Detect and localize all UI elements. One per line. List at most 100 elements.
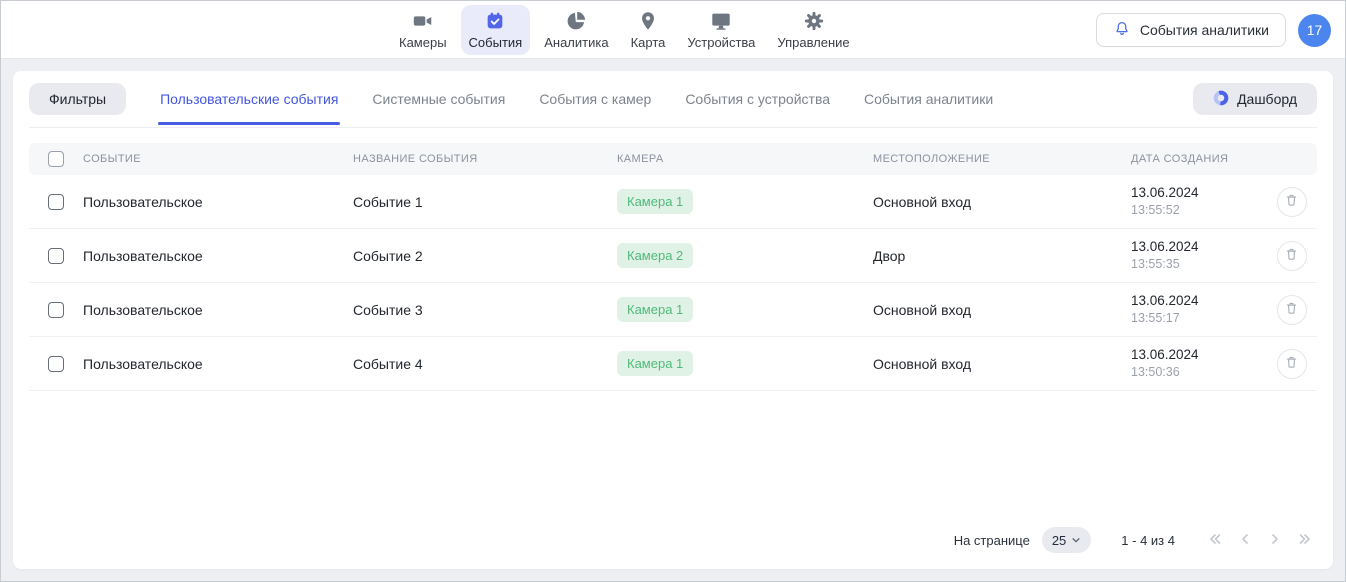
chevron-right-icon: [1267, 531, 1283, 550]
delete-row-button[interactable]: [1277, 295, 1307, 325]
date-value: 13.06.2024: [1131, 184, 1266, 202]
map-pin-icon: [637, 10, 659, 32]
event-type-cell: Пользовательское: [83, 356, 353, 372]
event-type-cell: Пользовательское: [83, 248, 353, 264]
per-page-label: На странице: [954, 533, 1030, 548]
date-value: 13.06.2024: [1131, 238, 1266, 256]
nav-item-map[interactable]: Карта: [623, 5, 674, 55]
analytics-events-button-label: События аналитики: [1140, 22, 1269, 38]
row-checkbox[interactable]: [48, 302, 64, 318]
tab-label: События с устройства: [685, 91, 830, 107]
main-navigation: Камеры События Аналитика Карта: [391, 1, 858, 58]
nav-item-label: Камеры: [399, 35, 447, 50]
nav-item-analytics[interactable]: Аналитика: [536, 5, 616, 55]
avatar-label: 17: [1307, 22, 1323, 38]
created-cell: 13.06.2024 13:55:52: [1131, 184, 1266, 219]
tab-camera-events[interactable]: События с камер: [537, 71, 653, 127]
events-card: Фильтры Пользовательские события Системн…: [13, 71, 1333, 569]
column-header-location: МЕСТОПОЛОЖЕНИЕ: [873, 153, 1131, 165]
trash-icon: [1284, 247, 1299, 265]
nav-item-events[interactable]: События: [461, 5, 531, 55]
tab-system-events[interactable]: Системные события: [370, 71, 507, 127]
column-header-camera: КАМЕРА: [617, 153, 873, 165]
tab-label: События аналитики: [864, 91, 993, 107]
row-checkbox[interactable]: [48, 248, 64, 264]
dashboard-button[interactable]: Дашборд: [1193, 83, 1317, 115]
event-tabs: Пользовательские события Системные событ…: [158, 71, 995, 127]
top-bar: Камеры События Аналитика Карта: [1, 1, 1345, 59]
tab-user-events[interactable]: Пользовательские события: [158, 71, 340, 127]
row-checkbox[interactable]: [48, 194, 64, 210]
nav-item-label: Аналитика: [544, 35, 608, 50]
nav-item-label: Карта: [631, 35, 666, 50]
events-icon: [484, 10, 506, 32]
camera-badge[interactable]: Камера 2: [617, 243, 693, 268]
next-page-button[interactable]: [1263, 528, 1287, 552]
monitor-icon: [710, 10, 732, 32]
nav-item-label: Управление: [777, 35, 849, 50]
event-name-cell: Событие 3: [353, 302, 617, 318]
pagination-bar: На странице 25 1 - 4 из 4: [954, 527, 1317, 553]
delete-row-button[interactable]: [1277, 349, 1307, 379]
table-row: Пользовательское Событие 3 Камера 1 Осно…: [29, 283, 1317, 337]
filters-button[interactable]: Фильтры: [29, 83, 126, 115]
prev-page-button[interactable]: [1233, 528, 1257, 552]
tab-device-events[interactable]: События с устройства: [683, 71, 832, 127]
camera-badge[interactable]: Камера 1: [617, 297, 693, 322]
trash-icon: [1284, 193, 1299, 211]
event-name-cell: Событие 1: [353, 194, 617, 210]
dashboard-button-label: Дашборд: [1237, 91, 1297, 107]
tab-analytics-events[interactable]: События аналитики: [862, 71, 995, 127]
event-name-cell: Событие 4: [353, 356, 617, 372]
row-checkbox[interactable]: [48, 356, 64, 372]
time-value: 13:50:36: [1131, 364, 1266, 381]
double-chevron-left-icon: [1207, 531, 1223, 550]
location-cell: Основной вход: [873, 194, 1131, 210]
gear-icon: [803, 10, 825, 32]
filters-button-label: Фильтры: [49, 91, 106, 107]
tab-label: Системные события: [372, 91, 505, 107]
created-cell: 13.06.2024 13:50:36: [1131, 346, 1266, 381]
bell-icon: [1113, 20, 1131, 41]
table-row: Пользовательское Событие 1 Камера 1 Осно…: [29, 175, 1317, 229]
pager-controls: [1203, 528, 1317, 552]
per-page-value: 25: [1052, 533, 1066, 548]
column-header-created: ДАТА СОЗДАНИЯ: [1131, 153, 1266, 165]
camera-badge[interactable]: Камера 1: [617, 351, 693, 376]
nav-item-management[interactable]: Управление: [769, 5, 857, 55]
event-name-cell: Событие 2: [353, 248, 617, 264]
time-value: 13:55:35: [1131, 256, 1266, 273]
location-cell: Основной вход: [873, 302, 1131, 318]
created-cell: 13.06.2024 13:55:17: [1131, 292, 1266, 327]
user-avatar[interactable]: 17: [1298, 14, 1331, 47]
analytics-icon: [565, 10, 587, 32]
tab-label: Пользовательские события: [160, 91, 338, 107]
app-screen: Камеры События Аналитика Карта: [0, 0, 1346, 582]
select-all-checkbox[interactable]: [48, 151, 64, 167]
delete-row-button[interactable]: [1277, 187, 1307, 217]
double-chevron-right-icon: [1297, 531, 1313, 550]
per-page-select[interactable]: 25: [1042, 527, 1091, 553]
events-toolbar: Фильтры Пользовательские события Системн…: [29, 71, 1317, 128]
analytics-events-button[interactable]: События аналитики: [1096, 13, 1286, 47]
pagination-range: 1 - 4 из 4: [1121, 533, 1175, 548]
trash-icon: [1284, 355, 1299, 373]
event-type-cell: Пользовательское: [83, 302, 353, 318]
donut-chart-icon: [1213, 90, 1229, 109]
nav-item-label: События: [469, 35, 523, 50]
tab-label: События с камер: [539, 91, 651, 107]
table-header: СОБЫТИЕ НАЗВАНИЕ СОБЫТИЯ КАМЕРА МЕСТОПОЛ…: [29, 143, 1317, 175]
table-row: Пользовательское Событие 4 Камера 1 Осно…: [29, 337, 1317, 391]
trash-icon: [1284, 301, 1299, 319]
nav-item-devices[interactable]: Устройства: [679, 5, 763, 55]
first-page-button[interactable]: [1203, 528, 1227, 552]
camera-badge[interactable]: Камера 1: [617, 189, 693, 214]
delete-row-button[interactable]: [1277, 241, 1307, 271]
created-cell: 13.06.2024 13:55:35: [1131, 238, 1266, 273]
last-page-button[interactable]: [1293, 528, 1317, 552]
nav-item-cameras[interactable]: Камеры: [391, 5, 455, 55]
date-value: 13.06.2024: [1131, 346, 1266, 364]
time-value: 13:55:52: [1131, 202, 1266, 219]
column-header-event-name: НАЗВАНИЕ СОБЫТИЯ: [353, 153, 617, 165]
nav-item-label: Устройства: [687, 35, 755, 50]
